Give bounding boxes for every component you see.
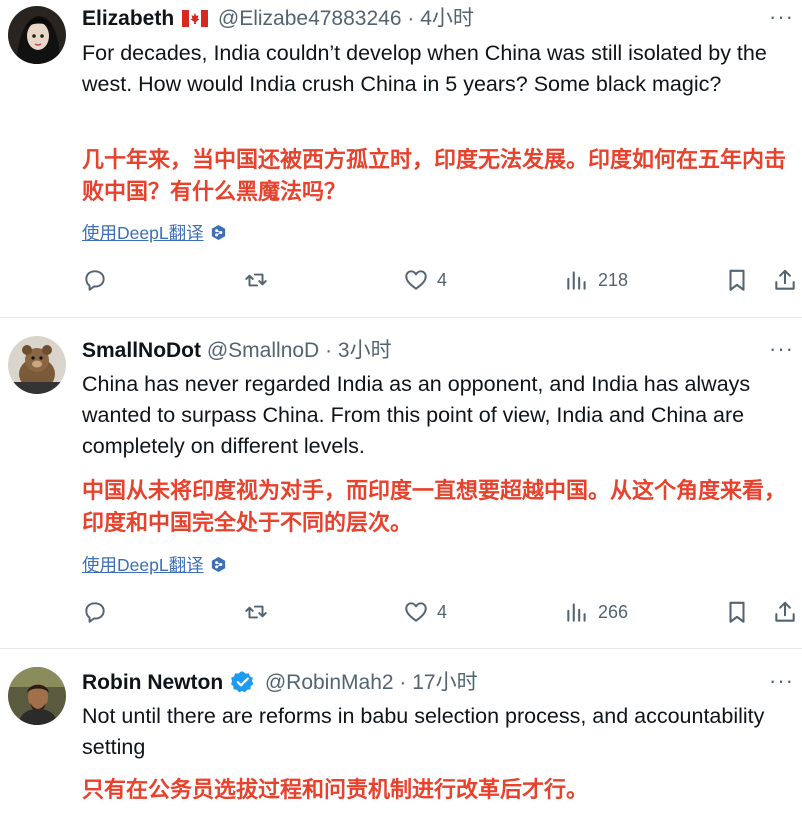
reply-icon — [85, 270, 105, 291]
like-count: 4 — [437, 269, 448, 290]
timestamp[interactable]: 17小时 — [412, 671, 477, 694]
view-count: 218 — [598, 269, 629, 290]
retweet-icon — [245, 605, 267, 619]
translate-link[interactable]: 使用DeepL翻译 — [82, 220, 227, 245]
deepl-icon — [211, 556, 225, 573]
avatar[interactable] — [8, 336, 66, 394]
verified-icon — [231, 671, 254, 693]
more-icon[interactable]: ··· — [769, 668, 794, 694]
view-count: 266 — [598, 601, 629, 622]
share-icon — [775, 269, 795, 290]
tweet-translation: 中国从未将印度视为对手，而印度一直想要超越中国。从这个角度来看，印度和中国完全处… — [82, 478, 787, 535]
tweet-translation: 几十年来，当中国还被西方孤立时，印度无法发展。印度如何在五年内击败中国？有什么黑… — [82, 147, 787, 204]
tweet-1[interactable]: Elizabeth @Elizabe47883246 · 4小时 ··· For… — [0, 0, 802, 315]
tweet-2[interactable]: SmallNoDot @SmallnoD · 3小时 ··· China has… — [0, 318, 802, 646]
deepl-icon — [211, 224, 225, 241]
retweet-button[interactable] — [243, 267, 269, 293]
tweet-header: Robin Newton @RobinMah2 · 17小时 — [82, 670, 478, 696]
share-button[interactable] — [772, 267, 798, 293]
translate-link[interactable]: 使用DeepL翻译 — [82, 552, 227, 577]
bookmark-button[interactable] — [724, 599, 750, 625]
user-handle[interactable]: @Elizabe47883246 — [218, 7, 402, 30]
display-name[interactable]: SmallNoDot — [82, 339, 201, 362]
tweet-3[interactable]: Robin Newton @RobinMah2 · 17小时 ··· Not u… — [0, 649, 802, 814]
avatar[interactable] — [8, 667, 66, 725]
views-button[interactable]: 218 — [564, 267, 628, 293]
bookmark-icon — [729, 269, 745, 291]
views-icon — [567, 271, 586, 290]
heart-icon — [405, 270, 427, 290]
bookmark-icon — [729, 601, 745, 623]
reply-icon — [85, 602, 105, 623]
like-count: 4 — [437, 601, 448, 622]
tweet-header: Elizabeth @Elizabe47883246 · 4小时 — [82, 6, 474, 32]
heart-icon — [405, 602, 427, 622]
views-icon — [567, 603, 586, 622]
more-icon[interactable]: ··· — [769, 4, 794, 30]
tweet-translation: 只有在公务员选拔过程和问责机制进行改革后才行。 — [82, 777, 589, 802]
canada-flag-icon — [182, 10, 209, 27]
user-handle[interactable]: @RobinMah2 — [265, 671, 394, 694]
retweet-button[interactable] — [243, 599, 269, 625]
avatar[interactable] — [8, 6, 66, 64]
display-name[interactable]: Robin Newton — [82, 671, 223, 694]
separator-dot: · — [325, 339, 333, 362]
bookmark-button[interactable] — [724, 267, 750, 293]
timestamp[interactable]: 3小时 — [338, 339, 392, 362]
share-button[interactable] — [772, 599, 798, 625]
reply-button[interactable] — [82, 599, 108, 625]
tweet-header: SmallNoDot @SmallnoD · 3小时 — [82, 338, 392, 364]
more-icon[interactable]: ··· — [769, 336, 794, 362]
reply-button[interactable] — [82, 267, 108, 293]
user-handle[interactable]: @SmallnoD — [207, 339, 319, 362]
separator-dot: · — [399, 671, 407, 694]
separator-dot: · — [407, 7, 415, 30]
display-name[interactable]: Elizabeth — [82, 7, 174, 30]
like-button[interactable]: 4 — [403, 599, 447, 625]
tweet-text: China has never regarded India as an opp… — [82, 372, 751, 458]
tweet-text: Not until there are reforms in babu sele… — [82, 704, 765, 759]
tweet-actions: 4 266 — [0, 599, 802, 629]
share-icon — [775, 601, 795, 622]
translate-label[interactable]: 使用DeepL翻译 — [82, 220, 204, 245]
tweet-actions: 4 218 — [0, 267, 802, 297]
like-button[interactable]: 4 — [403, 267, 447, 293]
timestamp[interactable]: 4小时 — [420, 7, 474, 30]
translate-label[interactable]: 使用DeepL翻译 — [82, 552, 204, 577]
views-button[interactable]: 266 — [564, 599, 628, 625]
tweet-text: For decades, India couldn’t develop when… — [82, 41, 767, 96]
retweet-icon — [245, 273, 267, 287]
